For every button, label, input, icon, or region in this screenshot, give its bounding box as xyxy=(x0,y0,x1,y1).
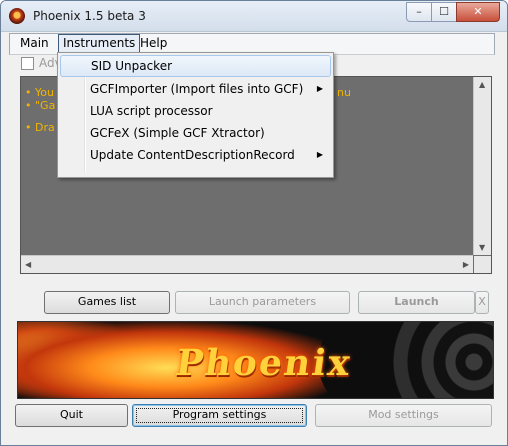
log-line-fragment: nu xyxy=(337,86,351,99)
menu-help[interactable]: Help xyxy=(136,35,171,51)
phoenix-logo: Phoenix xyxy=(173,342,355,384)
phoenix-banner: Phoenix xyxy=(17,321,494,399)
phoenix-app-icon[interactable] xyxy=(9,8,25,24)
scroll-up-arrow-icon[interactable]: ▲ xyxy=(479,80,485,89)
menu-item-gcfimporter[interactable]: GCFImporter (Import files into GCF) ▶ xyxy=(60,78,331,100)
instruments-dropdown-menu: SID Unpacker GCFImporter (Import files i… xyxy=(57,52,334,178)
log-line: • "Ga xyxy=(25,99,56,112)
minimize-button[interactable]: – xyxy=(406,2,432,22)
main-window: Phoenix 1.5 beta 3 – ☐ ✕ Main Instrument… xyxy=(0,0,508,446)
menu-item-label: GCFeX (Simple GCF Xtractor) xyxy=(90,126,265,140)
menu-item-gcfex[interactable]: GCFeX (Simple GCF Xtractor) xyxy=(60,122,331,144)
log-line: • Dra xyxy=(25,121,55,134)
program-settings-button[interactable]: Program settings xyxy=(132,404,307,427)
games-list-button[interactable]: Games list xyxy=(44,291,170,314)
menu-item-label: GCFImporter (Import files into GCF) xyxy=(90,82,304,96)
title-bar[interactable]: Phoenix 1.5 beta 3 – ☐ ✕ xyxy=(1,1,507,32)
focus-rectangle xyxy=(136,408,303,423)
scrollbar-corner xyxy=(474,256,491,273)
menu-item-label: LUA script processor xyxy=(90,104,213,118)
advanced-checkbox[interactable] xyxy=(21,57,34,70)
log-line: • You xyxy=(25,86,54,99)
menu-item-sid-unpacker[interactable]: SID Unpacker xyxy=(60,55,331,77)
menu-item-label: SID Unpacker xyxy=(91,59,173,73)
menu-item-lua-script-processor[interactable]: LUA script processor xyxy=(60,100,331,122)
vertical-scrollbar[interactable]: ▲ ▼ xyxy=(473,77,491,255)
scroll-down-arrow-icon[interactable]: ▼ xyxy=(479,243,485,252)
launch-button[interactable]: Launch xyxy=(358,291,475,314)
submenu-arrow-icon: ▶ xyxy=(316,84,323,93)
scroll-right-arrow-icon[interactable]: ▶ xyxy=(463,260,469,269)
menu-instruments[interactable]: Instruments xyxy=(58,34,141,53)
window-title: Phoenix 1.5 beta 3 xyxy=(33,9,146,23)
horizontal-scrollbar[interactable]: ◀ ▶ xyxy=(21,255,473,273)
close-button[interactable]: ✕ xyxy=(456,2,500,22)
menu-main[interactable]: Main xyxy=(16,35,53,51)
launch-parameters-button[interactable]: Launch parameters xyxy=(175,291,350,314)
scroll-left-arrow-icon[interactable]: ◀ xyxy=(25,260,31,269)
mod-settings-button[interactable]: Mod settings xyxy=(315,404,492,427)
menu-item-update-cdr[interactable]: Update ContentDescriptionRecord ▶ xyxy=(60,144,331,166)
submenu-arrow-icon: ▶ xyxy=(316,150,323,159)
launch-close-button[interactable]: X xyxy=(475,291,489,314)
maximize-button[interactable]: ☐ xyxy=(431,2,457,22)
menu-item-label: Update ContentDescriptionRecord xyxy=(90,148,295,162)
quit-button[interactable]: Quit xyxy=(15,404,128,427)
